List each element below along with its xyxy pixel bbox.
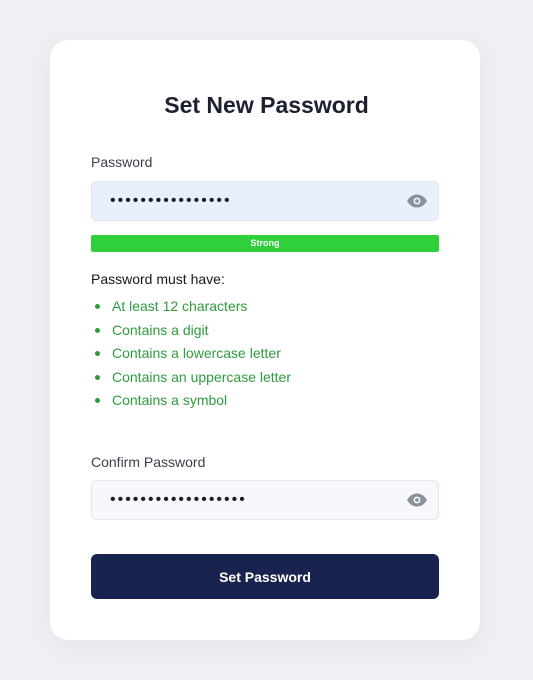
bullet-icon: [95, 374, 100, 380]
requirement-item: Contains a lowercase letter: [91, 343, 291, 367]
requirement-item: Contains a symbol: [91, 390, 291, 414]
bullet-icon: [95, 304, 100, 309]
page-title: Set New Password: [164, 92, 369, 118]
eye-icon[interactable]: [406, 193, 428, 209]
password-input[interactable]: [92, 182, 410, 220]
password-field[interactable]: [91, 181, 439, 221]
requirement-item: Contains an uppercase letter: [91, 367, 291, 391]
password-strength-bar: Strong: [91, 235, 439, 252]
requirements-title: Password must have:: [91, 271, 225, 287]
bullet-icon: [95, 351, 100, 356]
requirement-item: Contains a digit: [91, 320, 291, 344]
bullet-icon: [95, 327, 100, 333]
strength-label: Strong: [250, 238, 280, 248]
confirm-password-label: Confirm Password: [91, 454, 206, 470]
requirement-item: At least 12 characters: [91, 296, 291, 320]
confirm-password-field[interactable]: [91, 480, 439, 520]
bullet-icon: [95, 398, 100, 403]
set-password-button[interactable]: Set Password: [91, 554, 439, 599]
requirements-list: At least 12 characters Contains a digit …: [91, 296, 291, 414]
password-label: Password: [91, 154, 153, 170]
confirm-password-input[interactable]: [92, 481, 410, 519]
eye-icon[interactable]: [406, 492, 428, 508]
